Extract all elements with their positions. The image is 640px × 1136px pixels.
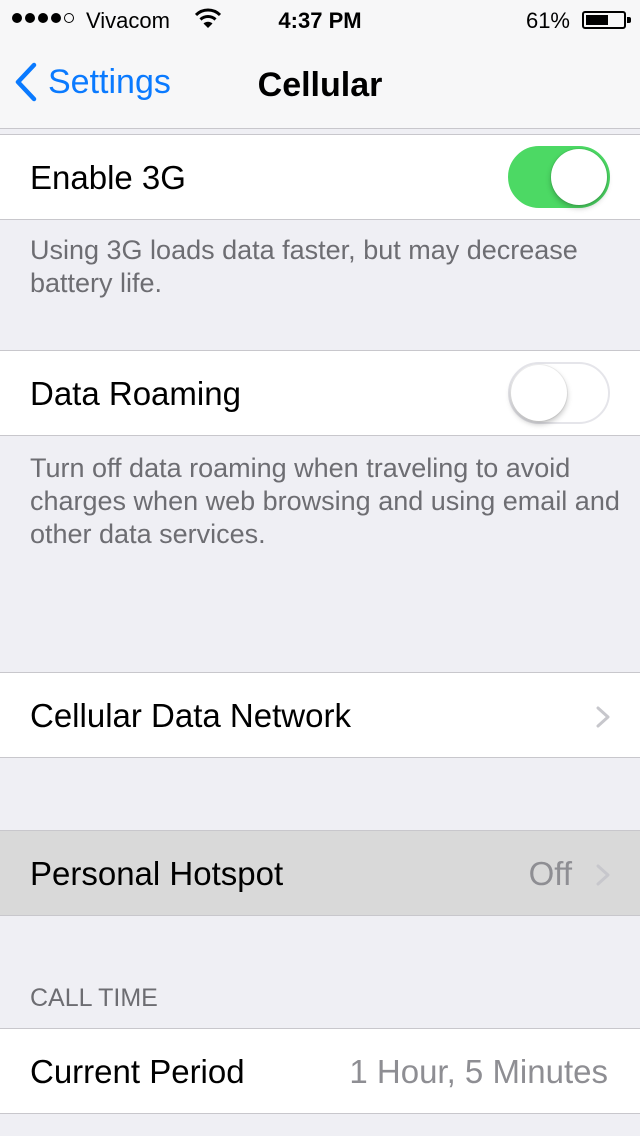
personal-hotspot-row[interactable]: Personal Hotspot Off (0, 830, 640, 916)
status-bar: Vivacom 4:37 PM 61% (0, 0, 640, 40)
enable-3g-label: Enable 3G (30, 159, 186, 196)
chevron-right-icon (596, 706, 610, 728)
data-roaming-label: Data Roaming (30, 375, 241, 412)
call-time-header: CALL TIME (30, 984, 158, 1012)
enable-3g-footnote: Using 3G loads data faster, but may decr… (30, 235, 578, 298)
page-title: Cellular (257, 66, 383, 104)
battery-percent: 61% (525, 8, 570, 33)
current-period-value: 1 Hour, 5 Minutes (349, 1053, 608, 1090)
cellular-data-network-label: Cellular Data Network (30, 697, 351, 734)
chevron-right-icon (596, 864, 610, 886)
toggle-knob (511, 365, 567, 421)
cellular-data-network-row[interactable]: Cellular Data Network (0, 672, 640, 758)
data-roaming-toggle[interactable] (508, 362, 610, 424)
enable-3g-row: Enable 3G (0, 134, 640, 220)
navigation-bar: Vivacom 4:37 PM 61% Settings Cellular (0, 0, 640, 129)
toggle-knob (551, 149, 607, 205)
battery-icon (582, 11, 631, 29)
personal-hotspot-label: Personal Hotspot (30, 855, 284, 892)
current-period-label: Current Period (30, 1053, 245, 1090)
personal-hotspot-value: Off (528, 855, 572, 892)
data-roaming-row: Data Roaming (0, 350, 640, 436)
enable-3g-toggle[interactable] (508, 146, 610, 208)
data-roaming-footnote: Turn off data roaming when traveling to … (30, 453, 620, 549)
current-period-row: Current Period 1 Hour, 5 Minutes (0, 1028, 640, 1114)
